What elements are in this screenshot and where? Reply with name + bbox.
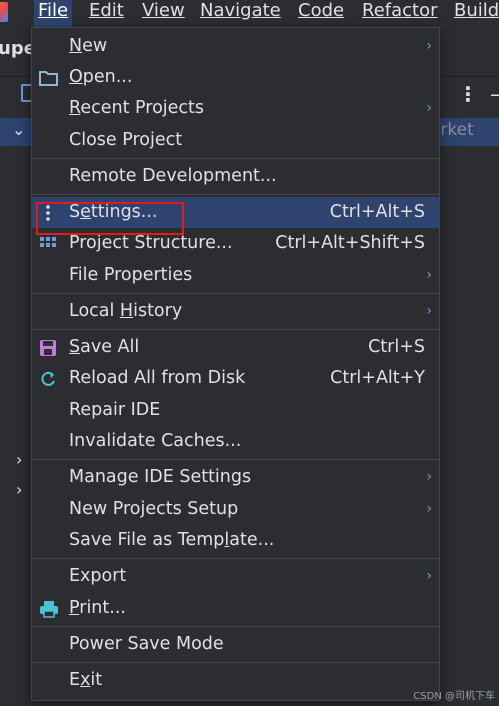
shortcut-label: Ctrl+Alt+Y	[330, 368, 425, 388]
chevron-right-icon: ›	[426, 38, 432, 54]
chevron-right-icon[interactable]: ›	[16, 480, 22, 499]
menu-item-label: New Projects Setup	[69, 499, 239, 519]
menu-item-reload-all[interactable]: Reload All from Disk Ctrl+Alt+Y	[32, 363, 439, 394]
menu-item-file-properties[interactable]: File Properties ›	[32, 260, 439, 291]
menu-item-label: Export	[69, 566, 127, 586]
separator	[32, 459, 439, 460]
file-menu-dropdown: New › Open... Recent Projects › Close Pr…	[31, 27, 440, 701]
separator	[32, 158, 439, 159]
menu-refactor[interactable]: Refactor	[358, 0, 442, 27]
folder-icon	[39, 69, 58, 87]
menu-item-label: Remote Development...	[69, 166, 277, 186]
menu-item-export[interactable]: Export ›	[32, 561, 439, 592]
app-logo-icon	[0, 2, 8, 22]
menu-item-label: Exit	[69, 670, 103, 690]
menu-item-repair-ide[interactable]: Repair IDE	[32, 395, 439, 426]
menu-item-recent-projects[interactable]: Recent Projects ›	[32, 93, 439, 124]
menu-item-label: Invalidate Caches...	[69, 431, 242, 451]
menu-item-label: Close Project	[69, 130, 183, 150]
menu-item-label: Recent Projects	[69, 98, 205, 118]
menu-item-exit[interactable]: Exit	[32, 665, 439, 696]
save-icon	[39, 339, 57, 357]
menu-item-label: Power Save Mode	[69, 634, 224, 654]
chevron-right-icon: ›	[426, 100, 432, 116]
annotation-highlight-box	[36, 202, 184, 235]
shortcut-label: Ctrl+Alt+Shift+S	[275, 233, 425, 253]
menu-navigate[interactable]: Navigate	[196, 0, 285, 27]
menu-item-label: File Properties	[69, 265, 193, 285]
chevron-right-icon[interactable]: ›	[16, 450, 22, 469]
separator	[32, 626, 439, 627]
separator	[32, 662, 439, 663]
menu-item-save-file-as-template[interactable]: Save File as Template...	[32, 525, 439, 556]
chevron-down-icon[interactable]: ⌄	[12, 120, 25, 139]
menu-item-print[interactable]: Print...	[32, 593, 439, 624]
separator	[32, 293, 439, 294]
chevron-right-icon: ›	[426, 303, 432, 319]
minimize-icon[interactable]: –	[490, 82, 499, 106]
separator	[32, 329, 439, 330]
more-options-icon[interactable]: ⋮	[458, 82, 478, 106]
menu-item-label: Print...	[69, 598, 126, 618]
chevron-right-icon: ›	[426, 568, 432, 584]
reload-icon	[39, 370, 57, 388]
menu-item-power-save-mode[interactable]: Power Save Mode	[32, 629, 439, 660]
separator	[32, 558, 439, 559]
chevron-right-icon: ›	[426, 469, 432, 485]
shortcut-label: Ctrl+Alt+S	[329, 202, 425, 222]
menu-item-save-all[interactable]: Save All Ctrl+S	[32, 332, 439, 363]
watermark: CSDN @司机下车	[413, 691, 495, 702]
chevron-right-icon: ›	[426, 501, 432, 517]
menu-item-label: Open...	[69, 67, 133, 87]
menu-item-local-history[interactable]: Local History ›	[32, 296, 439, 327]
menu-item-label: Manage IDE Settings	[69, 467, 252, 487]
menu-item-close-project[interactable]: Close Project	[32, 125, 439, 156]
menu-edit[interactable]: Edit	[85, 0, 128, 27]
menu-item-label: New	[69, 36, 108, 56]
separator	[32, 194, 439, 195]
menu-item-open[interactable]: Open...	[32, 62, 439, 93]
menu-item-remote-development[interactable]: Remote Development...	[32, 161, 439, 192]
print-icon	[39, 600, 58, 618]
menu-bar: File Edit View Navigate Code Refactor Bu…	[0, 0, 499, 27]
menu-item-label: Reload All from Disk	[69, 368, 246, 388]
menu-item-invalidate-caches[interactable]: Invalidate Caches...	[32, 426, 439, 457]
menu-item-label: Save File as Template...	[69, 530, 275, 550]
menu-item-label: Local History	[69, 301, 183, 321]
menu-item-manage-ide-settings[interactable]: Manage IDE Settings ›	[32, 462, 439, 493]
menu-view[interactable]: View	[138, 0, 189, 27]
chevron-right-icon: ›	[426, 267, 432, 283]
menu-file[interactable]: File	[34, 0, 73, 27]
menu-code[interactable]: Code	[294, 0, 348, 27]
menu-item-label: Save All	[69, 337, 140, 357]
shortcut-label: Ctrl+S	[368, 337, 425, 357]
project-structure-icon	[39, 235, 57, 253]
menu-item-label: Repair IDE	[69, 400, 161, 420]
menu-build[interactable]: Build	[450, 0, 499, 27]
menu-item-new-projects-setup[interactable]: New Projects Setup ›	[32, 494, 439, 525]
menu-item-new[interactable]: New ›	[32, 31, 439, 62]
